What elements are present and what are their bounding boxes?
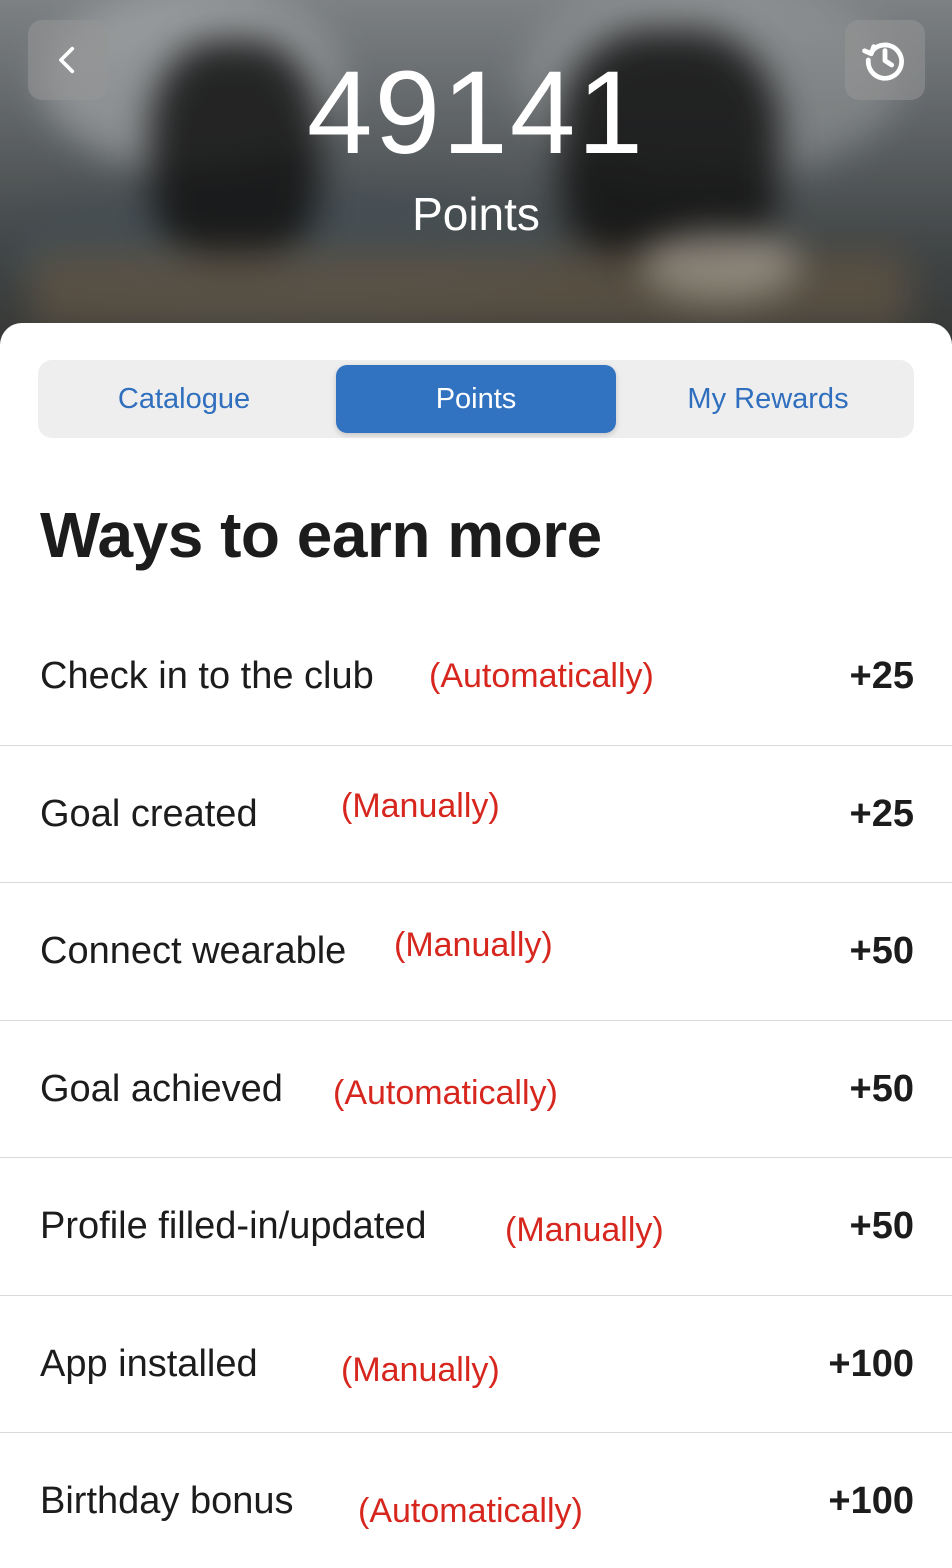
earn-item-points: +25 (849, 792, 914, 835)
earn-item-label: Connect wearable (40, 930, 347, 973)
list-item: App installed (Manually) +100 (0, 1296, 952, 1433)
points-caption: Points (412, 188, 540, 240)
earn-item-mode: (Automatically) (358, 1492, 583, 1531)
points-balance: 49141 (306, 47, 646, 179)
earn-item-mode: (Automatically) (429, 657, 654, 696)
earn-item-mode: (Manually) (394, 926, 553, 965)
list-item: Connect wearable (Manually) +50 (0, 883, 952, 1021)
section-title: Ways to earn more (40, 499, 602, 571)
content-sheet: Catalogue Points My Rewards Ways to earn… (0, 323, 952, 1568)
earn-item-points: +50 (849, 1205, 914, 1248)
earn-item-points: +50 (849, 1067, 914, 1110)
earn-item-label: App installed (40, 1342, 258, 1385)
earn-item-mode: (Manually) (341, 786, 500, 825)
earn-item-mode: (Automatically) (333, 1073, 558, 1112)
list-item: Check in to the club (Automatically) +25 (0, 608, 952, 746)
earn-item-points: +50 (849, 930, 914, 973)
tab-points[interactable]: Points (336, 365, 616, 433)
segmented-control: Catalogue Points My Rewards (38, 360, 914, 438)
earn-item-label: Profile filled-in/updated (40, 1205, 427, 1248)
earn-item-points: +100 (828, 1342, 914, 1385)
earn-list: Check in to the club (Automatically) +25… (0, 608, 952, 1568)
list-item: Birthday bonus (Automatically) +100 (0, 1433, 952, 1568)
earn-item-label: Goal created (40, 792, 258, 835)
earn-item-label: Goal achieved (40, 1067, 283, 1110)
list-item: Goal achieved (Automatically) +50 (0, 1021, 952, 1158)
tab-catalogue[interactable]: Catalogue (44, 365, 324, 433)
earn-item-label: Birthday bonus (40, 1480, 294, 1523)
earn-item-mode: (Manually) (505, 1211, 664, 1250)
earn-item-label: Check in to the club (40, 655, 374, 698)
earn-item-mode: (Manually) (341, 1350, 500, 1389)
hero-banner: 49141 Points (0, 0, 952, 360)
list-item: Profile filled-in/updated (Manually) +50 (0, 1158, 952, 1296)
earn-item-points: +25 (849, 655, 914, 698)
points-screen: 49141 Points Catalogue Points My Rewards… (0, 0, 952, 1568)
list-item: Goal created (Manually) +25 (0, 746, 952, 883)
tab-my-rewards[interactable]: My Rewards (628, 365, 908, 433)
earn-item-points: +100 (828, 1480, 914, 1523)
